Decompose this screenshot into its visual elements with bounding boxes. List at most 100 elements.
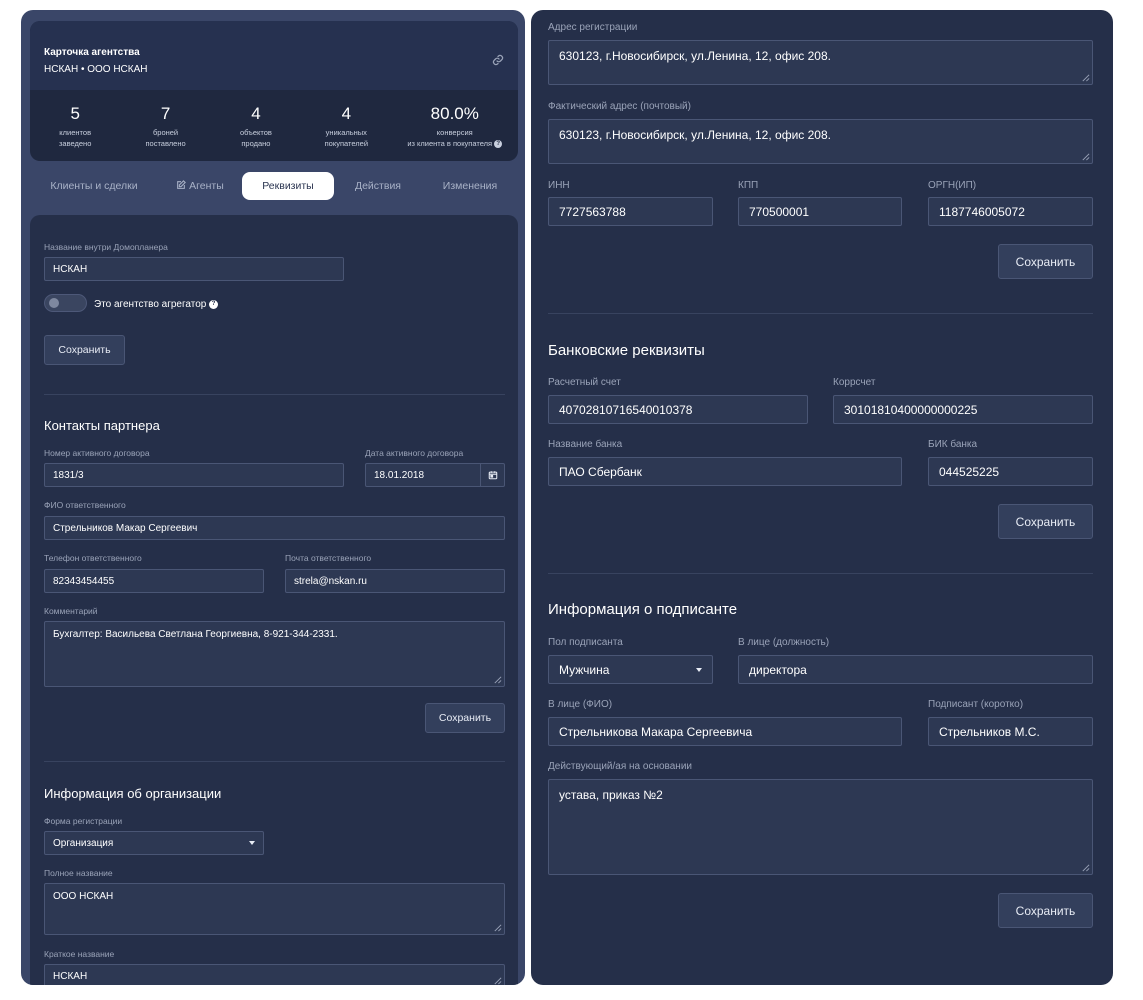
date-input[interactable]: 18.01.2018 [365,463,505,487]
tab-clients[interactable]: Клиенты и сделки [30,172,158,200]
tabs: Клиенты и сделки Агенты Реквизиты Действ… [30,172,518,200]
save-org-button[interactable]: Сохранить [998,244,1093,279]
tab-changes[interactable]: Изменения [422,172,518,200]
contract-input[interactable]: 1831/3 [44,463,344,487]
aggregator-toggle[interactable] [44,294,87,312]
fact-address-textarea[interactable]: 630123, г.Новосибирск, ул.Ленина, 12, оф… [548,119,1093,164]
chevron-down-icon [696,667,702,672]
basis-textarea[interactable]: устава, приказ №2 [548,779,1093,875]
short-name-label: Краткое название [44,949,115,959]
fact-address-label: Фактический адрес (почтовый) [548,101,691,112]
org-title: Информация об организации [44,786,222,801]
edit-icon [177,180,187,189]
signer-fio-input[interactable]: Стрельникова Макара Сергеевича [548,717,902,746]
stat-label: уникальных покупателей [324,128,369,148]
stat-value: 4 [341,104,352,123]
signer-short-input[interactable]: Стрельников М.С. [928,717,1093,746]
tab-actions[interactable]: Действия [334,172,422,200]
resize-handle-icon[interactable] [493,976,502,985]
resize-handle-icon[interactable] [493,675,502,684]
fact-address-value: 630123, г.Новосибирск, ул.Ленина, 12, оф… [559,128,831,142]
resize-handle-icon[interactable] [1081,863,1090,872]
tab-agents-label: Агенты [189,180,224,192]
agency-card: Карточка агентства НСКАН • ООО НСКАН 5 к… [30,21,518,161]
requisites-form-left: Название внутри Домопланера НСКАН Это аг… [30,215,518,985]
bik-input[interactable]: 044525225 [928,457,1093,486]
date-value: 18.01.2018 [374,469,425,481]
divider [44,394,505,395]
reg-address-value: 630123, г.Новосибирск, ул.Ленина, 12, оф… [559,49,831,63]
save-bank-button[interactable]: Сохранить [998,504,1093,539]
reg-address-label: Адрес регистрации [548,22,638,33]
resize-handle-icon[interactable] [493,923,502,932]
position-input[interactable]: директора [738,655,1093,684]
contract-label: Номер активного договора [44,448,150,458]
fio-input[interactable]: Стрельников Макар Сергеевич [44,516,505,540]
agency-header: Карточка агентства НСКАН • ООО НСКАН [30,21,518,90]
full-name-value: ООО НСКАН [53,891,114,902]
question-icon[interactable]: ? [494,140,503,149]
resize-handle-icon[interactable] [1081,73,1090,82]
account-input[interactable]: 40702810716540010378 [548,395,808,424]
comment-label: Комментарий [44,606,98,616]
basis-value: устава, приказ №2 [559,788,663,802]
tab-agents[interactable]: Агенты [158,172,242,200]
inn-input[interactable]: 7727563788 [548,197,713,226]
toggle-knob [49,298,59,308]
aggregator-label: Это агентство агрегатор ? [94,299,219,310]
chevron-down-icon [249,841,255,845]
stat-clients: 5 клиентов заведено [30,104,120,161]
corr-input[interactable]: 30101810400000000225 [833,395,1093,424]
form-value: Организация [53,837,114,849]
stat-value: 5 [70,104,80,123]
email-input[interactable]: strela@nskan.ru [285,569,505,593]
signer-fio-label: В лице (ФИО) [548,699,613,710]
short-name-input[interactable]: НСКАН [44,964,505,985]
save-signer-button[interactable]: Сохранить [998,893,1093,928]
email-label: Почта ответственного [285,553,372,563]
name-label: Название внутри Домопланера [44,242,168,252]
agency-title: Карточка агентства [44,47,140,58]
name-input[interactable]: НСКАН [44,257,344,281]
signer-short-label: Подписант (коротко) [928,699,1024,710]
form-select[interactable]: Организация [44,831,264,855]
contacts-title: Контакты партнера [44,418,160,433]
stat-label: объектов продано [239,128,272,148]
stats-row: 5 клиентов заведено 7 броней поставлено 4 … [30,90,518,161]
stat-conversion: 80.0% конверсия из клиента в покупателя ? [392,104,519,161]
kpp-label: КПП [738,180,759,191]
stat-bookings: 7 броней поставлено [120,104,210,161]
full-name-textarea[interactable]: ООО НСКАН [44,883,505,935]
bank-title: Банковские реквизиты [548,342,705,359]
bank-name-input[interactable]: ПАО Сбербанк [548,457,902,486]
comment-textarea[interactable]: Бухгалтер: Васильева Светлана Георгиевна… [44,621,505,687]
bank-name-label: Название банка [548,439,623,450]
question-icon[interactable]: ? [209,299,219,309]
inn-label: ИНН [548,180,570,191]
divider [44,761,505,762]
signer-title: Информация о подписанте [548,601,738,618]
resize-handle-icon[interactable] [1081,152,1090,161]
save-general-button[interactable]: Сохранить [44,335,125,365]
full-name-label: Полное название [44,868,113,878]
phone-input[interactable]: 82343454455 [44,569,264,593]
kpp-input[interactable]: 770500001 [738,197,902,226]
save-contacts-button[interactable]: Сохранить [425,703,505,733]
sex-value: Мужчина [559,662,610,677]
link-icon[interactable] [492,54,504,66]
stat-label: клиентов заведено [58,128,92,148]
ogrn-input[interactable]: 1187746005072 [928,197,1093,226]
calendar-button[interactable] [480,464,504,486]
stat-sold: 4 объектов продано [211,104,301,161]
stat-value: 7 [160,104,171,123]
bik-label: БИК банка [928,439,978,450]
stat-buyers: 4 уникальных покупателей [301,104,391,161]
ogrn-label: ОРГН(ИП) [928,180,977,191]
sex-select[interactable]: Мужчина [548,655,713,684]
tab-requisites[interactable]: Реквизиты [242,172,334,200]
stat-label: броней поставлено [145,128,186,148]
position-label: В лице (должность) [738,637,830,648]
basis-label: Действующий/ая на основании [548,761,692,772]
calendar-icon [488,471,497,480]
reg-address-textarea[interactable]: 630123, г.Новосибирск, ул.Ленина, 12, оф… [548,40,1093,85]
